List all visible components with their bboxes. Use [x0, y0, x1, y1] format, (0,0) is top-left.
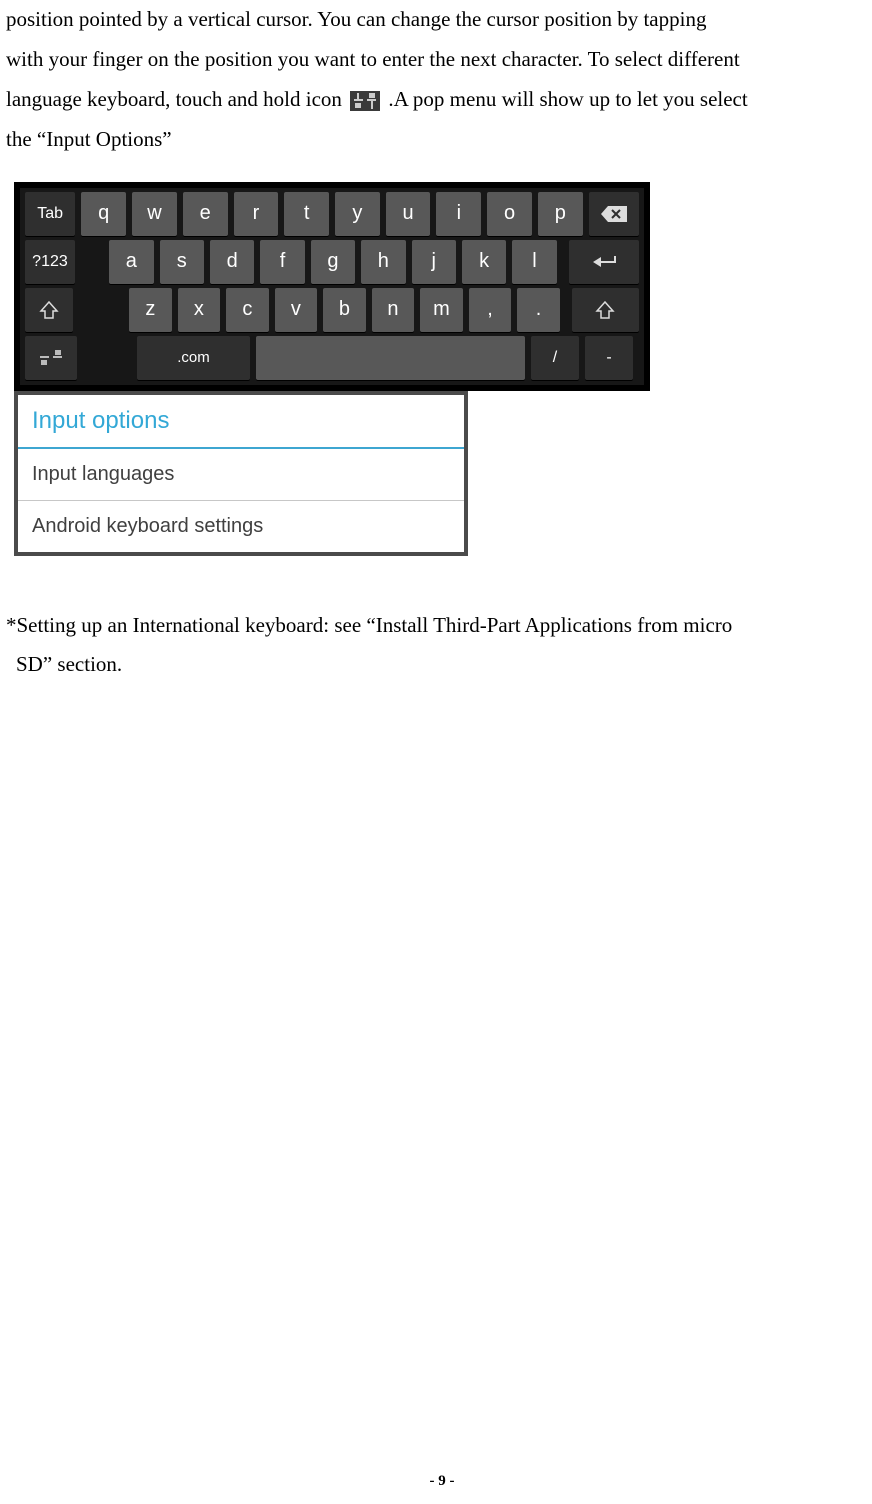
key-h[interactable]: h	[361, 240, 405, 284]
key-g[interactable]: g	[311, 240, 355, 284]
footnote-line-2: SD” section.	[6, 652, 122, 676]
key-u[interactable]: u	[386, 192, 431, 236]
key-space[interactable]	[256, 336, 525, 380]
footnote-line-1: *Setting up an International keyboard: s…	[6, 613, 732, 637]
key-period[interactable]: .	[517, 288, 560, 332]
popup-item-keyboard-settings[interactable]: Android keyboard settings	[18, 501, 464, 552]
key-backspace[interactable]	[589, 192, 639, 236]
key-shift-right[interactable]	[572, 288, 639, 332]
key-i[interactable]: i	[436, 192, 481, 236]
key-t[interactable]: t	[284, 192, 329, 236]
popup-item-input-languages[interactable]: Input languages	[18, 449, 464, 501]
key-y[interactable]: y	[335, 192, 380, 236]
keyboard-figure: Tab q w e r t y u i o p ?123 a s d f g h…	[14, 182, 650, 391]
popup-header: Input options	[18, 395, 464, 449]
key-comma[interactable]: ,	[469, 288, 512, 332]
key-slash[interactable]: /	[531, 336, 579, 380]
key-o[interactable]: o	[487, 192, 532, 236]
page-number: - 9 -	[6, 1473, 872, 1490]
key-k[interactable]: k	[462, 240, 506, 284]
key-n[interactable]: n	[372, 288, 415, 332]
key-m[interactable]: m	[420, 288, 463, 332]
key-c[interactable]: c	[226, 288, 269, 332]
paragraph-continuation: position pointed by a vertical cursor. Y…	[6, 0, 866, 160]
key-b[interactable]: b	[323, 288, 366, 332]
key-w[interactable]: w	[132, 192, 177, 236]
key-s[interactable]: s	[160, 240, 204, 284]
key-p[interactable]: p	[538, 192, 583, 236]
key-enter[interactable]	[569, 240, 639, 284]
key-q[interactable]: q	[81, 192, 126, 236]
key-d[interactable]: d	[210, 240, 254, 284]
key-v[interactable]: v	[275, 288, 318, 332]
key-symbols[interactable]: ?123	[25, 240, 75, 284]
para-line-3a: language keyboard, touch and hold icon	[6, 87, 347, 111]
key-z[interactable]: z	[129, 288, 172, 332]
para-line-1: position pointed by a vertical cursor. Y…	[6, 7, 706, 31]
key-r[interactable]: r	[234, 192, 279, 236]
key-shift-left[interactable]	[25, 288, 73, 332]
para-line-3b: .A pop menu will show up to let you sele…	[388, 87, 747, 111]
input-options-icon	[350, 91, 380, 111]
key-a[interactable]: a	[109, 240, 153, 284]
key-e[interactable]: e	[183, 192, 228, 236]
key-dotcom[interactable]: .com	[137, 336, 250, 380]
key-l[interactable]: l	[512, 240, 556, 284]
key-dash[interactable]: -	[585, 336, 633, 380]
key-f[interactable]: f	[260, 240, 304, 284]
input-options-popup: Input options Input languages Android ke…	[14, 391, 468, 556]
key-tab[interactable]: Tab	[25, 192, 75, 236]
para-line-4: the “Input Options”	[6, 127, 172, 151]
key-input-options[interactable]	[25, 336, 77, 380]
key-x[interactable]: x	[178, 288, 221, 332]
para-line-2: with your finger on the position you wan…	[6, 47, 740, 71]
footnote-text: *Setting up an International keyboard: s…	[6, 606, 866, 686]
key-j[interactable]: j	[412, 240, 456, 284]
